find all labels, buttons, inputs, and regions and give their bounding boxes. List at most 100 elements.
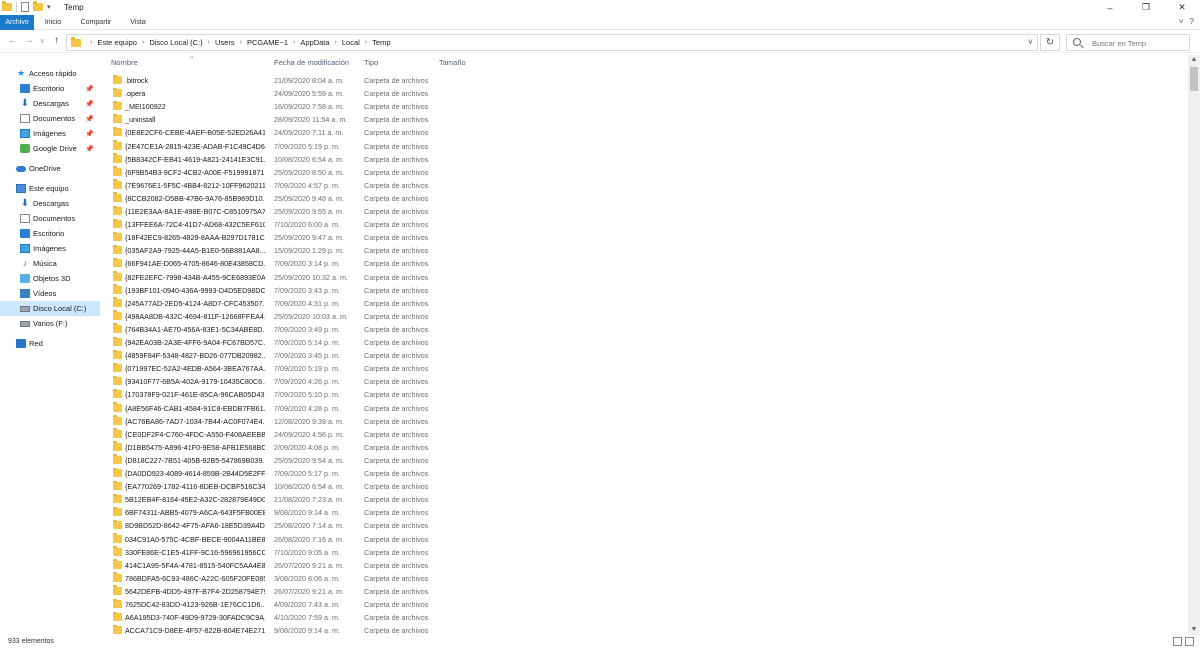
- sidebar-item-onedrive[interactable]: OneDrive: [0, 161, 100, 176]
- minimize-button[interactable]: –: [1092, 0, 1128, 15]
- table-row[interactable]: .opera 24/09/2020 5:59 a. m. Carpeta de ar…: [107, 87, 1187, 100]
- table-row[interactable]: {93410F77-6B5A-402A-9179-10435C80C6... 7/…: [107, 375, 1187, 388]
- sidebar-item-imagenes[interactable]: Imágenes 📌: [0, 126, 100, 141]
- table-row[interactable]: .bitrock 21/09/2020 8:04 a. m. Carpeta de …: [107, 74, 1187, 87]
- sidebar-item-descargas[interactable]: ⬇ Descargas 📌: [0, 96, 100, 111]
- large-icons-view-icon[interactable]: [1185, 637, 1194, 646]
- breadcrumb-users[interactable]: Users: [215, 38, 235, 47]
- sidebar-item-este-equipo[interactable]: Este equipo: [0, 181, 100, 196]
- sidebar-item-disco-local[interactable]: Disco Local (C:): [0, 301, 100, 316]
- table-row[interactable]: {13FFEE6A-72C4-41D7-AD68-432C5EF610... 7/…: [107, 218, 1187, 231]
- column-header-tipo[interactable]: Tipo: [364, 58, 378, 67]
- sidebar-item-documentos-pc[interactable]: Documentos: [0, 211, 100, 226]
- properties-icon[interactable]: [21, 2, 29, 12]
- table-row[interactable]: {498AA8DB-432C-4694-811F-12668FFEA4... 25…: [107, 310, 1187, 323]
- table-row[interactable]: {D1BB5475-A896-41F0-9E58-AFB1E568BC... 2/…: [107, 441, 1187, 454]
- table-row[interactable]: {4859F84F-5348-4827-BD26-077DB20982... 7/…: [107, 349, 1187, 362]
- sidebar-item-acceso-rapido[interactable]: ★ Acceso rápido: [0, 66, 100, 81]
- sidebar-item-objetos-3d[interactable]: Objetos 3D: [0, 271, 100, 286]
- table-row[interactable]: 330FE86E-C1E5-41FF-9C16-596961956CCE 7/10…: [107, 546, 1187, 559]
- table-row[interactable]: {035AF2A9-7925-44A5-B1E0-56B881AA8... 15/…: [107, 244, 1187, 257]
- scroll-down-icon[interactable]: ▼: [1188, 625, 1200, 635]
- scrollbar-thumb[interactable]: [1190, 67, 1198, 91]
- table-row[interactable]: {66F941AE-D065-4705-8646-80E43858CD... 7/…: [107, 257, 1187, 270]
- chevron-right-icon[interactable]: ›: [240, 39, 242, 46]
- tab-archivo[interactable]: Archivo: [0, 15, 34, 30]
- breadcrumb-appdata[interactable]: AppData: [300, 38, 329, 47]
- sidebar-item-imagenes-pc[interactable]: Imágenes: [0, 241, 100, 256]
- sidebar-item-varios[interactable]: Varios (F:): [0, 316, 100, 331]
- customize-toolbar-icon[interactable]: ▾: [47, 3, 51, 11]
- table-row[interactable]: {18F42EC9-8265-4829-8AAA-B297D1781C... 25…: [107, 231, 1187, 244]
- table-row[interactable]: {AC76BA86-7AD7-1034-7B44-AC0F074E4... 12/…: [107, 415, 1187, 428]
- table-row[interactable]: 034C91A0-575C-4CBF-BECE-9004A11BE8... 26/…: [107, 533, 1187, 546]
- close-button[interactable]: ✕: [1164, 0, 1200, 15]
- sidebar-item-descargas-pc[interactable]: ⬇ Descargas: [0, 196, 100, 211]
- sidebar-item-musica[interactable]: ♪ Música: [0, 256, 100, 271]
- chevron-right-icon[interactable]: ›: [335, 39, 337, 46]
- sidebar-item-red[interactable]: Red: [0, 336, 100, 351]
- column-header-tamano[interactable]: Tamaño: [439, 58, 466, 67]
- column-header-nombre[interactable]: Nombre ^: [111, 56, 193, 67]
- table-row[interactable]: {764B34A1-AE70-456A-83E1-5C34ABE8D... 7/0…: [107, 323, 1187, 336]
- help-icon[interactable]: ?: [1190, 17, 1194, 26]
- table-row[interactable]: {5B8342CF-EB41-4619-A821-24141E3C91... 10…: [107, 153, 1187, 166]
- address-dropdown-icon[interactable]: ˅: [1028, 37, 1033, 47]
- table-row[interactable]: {DA0DD923-4089-4614-859B-2B44D5E2FF... 7/…: [107, 467, 1187, 480]
- breadcrumb-pcgame[interactable]: PCGAME~1: [247, 38, 288, 47]
- table-row[interactable]: 6BF74311-ABB5-4079-A6CA-643F5FB00EE6 9/08…: [107, 506, 1187, 519]
- sidebar-item-documentos[interactable]: Documentos 📌: [0, 111, 100, 126]
- table-row[interactable]: 5642DEFB-4DD5-497F-B7F4-2D258794E799 26/0…: [107, 585, 1187, 598]
- sidebar-item-google-drive[interactable]: Google Drive 📌: [0, 141, 100, 156]
- new-folder-icon[interactable]: [33, 1, 43, 11]
- table-row[interactable]: 414C1A95-5F4A-4781-8515-540FC5AA4E80 26/0…: [107, 559, 1187, 572]
- breadcrumb-disco-local[interactable]: Disco Local (C:): [149, 38, 202, 47]
- chevron-right-icon[interactable]: ›: [142, 39, 144, 46]
- back-arrow-icon[interactable]: ←: [8, 35, 18, 46]
- chevron-right-icon[interactable]: ›: [90, 39, 92, 46]
- table-row[interactable]: {82FE2EFC-7998-434B-A455-9CE6893E0A... 25…: [107, 271, 1187, 284]
- refresh-button[interactable]: ↻: [1040, 34, 1060, 51]
- table-row[interactable]: {D818C227-7B51-405B-92B5-547869B039... 25…: [107, 454, 1187, 467]
- table-row[interactable]: {170378F9-021F-461E-85CA-96CAB05D43... 7/…: [107, 388, 1187, 401]
- table-row[interactable]: _MEI100922 16/09/2020 7:58 a. m. Carpeta d…: [107, 100, 1187, 113]
- up-arrow-icon[interactable]: ↑: [54, 35, 59, 46]
- chevron-right-icon[interactable]: ›: [208, 39, 210, 46]
- table-row[interactable]: {A8E56F46-CAB1-4584-91C8-EBDB7FB61... 7/0…: [107, 402, 1187, 415]
- forward-arrow-icon[interactable]: →: [24, 35, 34, 46]
- address-bar[interactable]: › Este equipo › Disco Local (C:) › Users…: [66, 34, 1038, 51]
- scroll-up-icon[interactable]: ▲: [1188, 55, 1200, 65]
- table-row[interactable]: {071997EC-52A2-4EDB-A564-3BEA767AA... 7/0…: [107, 362, 1187, 375]
- table-row[interactable]: {2E47CE1A-2815-423E-ADAB-F1C49C4D6... 7/0…: [107, 140, 1187, 153]
- table-row[interactable]: {942EA03B-2A3E-4FF6-9A04-FC67BD57C... 7/0…: [107, 336, 1187, 349]
- table-row[interactable]: {11E2E3AA-8A1E-498E-B07C-C8510975A7... 25…: [107, 205, 1187, 218]
- expand-ribbon-icon[interactable]: ˅: [1179, 17, 1184, 26]
- vertical-scrollbar[interactable]: ▲ ▼: [1188, 55, 1200, 635]
- table-row[interactable]: {6F9B54B3-9CF2-4CB2-A00E-F519991871... 25…: [107, 166, 1187, 179]
- breadcrumb-este-equipo[interactable]: Este equipo: [97, 38, 137, 47]
- tab-inicio[interactable]: Inicio: [38, 15, 68, 30]
- table-row[interactable]: _uninstall 28/09/2020 11:54 a. m. Carpeta …: [107, 113, 1187, 126]
- breadcrumb-local[interactable]: Local: [342, 38, 360, 47]
- table-row[interactable]: {7E9676E1-5F5C-4BB4-8212-10FF9620211D} 7/…: [107, 179, 1187, 192]
- search-input[interactable]: Buscar en Temp: [1066, 34, 1190, 51]
- maximize-button[interactable]: ❐: [1128, 0, 1164, 15]
- table-row[interactable]: A6A195D3-740F-49D9-9729-30FADC9C9A... 4/1…: [107, 611, 1187, 624]
- table-row[interactable]: {CE0DF2F4-C760-4FDC-A550-F408AEEBB... 24/…: [107, 428, 1187, 441]
- breadcrumb-temp[interactable]: Temp: [372, 38, 390, 47]
- table-row[interactable]: 7625DC42-83DD-4123-926B-1E76CC1D6... 4/09…: [107, 598, 1187, 611]
- table-row[interactable]: {8CCB2082-D5BB-47B6-9A76-85B969D10... 25/…: [107, 192, 1187, 205]
- table-row[interactable]: 786BDFA5-6C93-486C-A22C-605F20FE0851 3/08…: [107, 572, 1187, 585]
- tab-compartir[interactable]: Compartir: [76, 15, 116, 30]
- table-row[interactable]: {0E8E2CF6-CEBE-4AEF-B05E-52ED26A41B... 24…: [107, 126, 1187, 139]
- table-row[interactable]: 5B12EB4F-8164-45E2-A32C-282879E49D0E 21/0…: [107, 493, 1187, 506]
- table-row[interactable]: 8D9BD52D-8642-4F75-AFA6-18E5D39A4D... 25/…: [107, 519, 1187, 532]
- details-view-icon[interactable]: [1173, 637, 1182, 646]
- table-row[interactable]: {193BF101-0940-436A-9993-D4D5ED98DC... 7/…: [107, 284, 1187, 297]
- tab-vista[interactable]: Vista: [124, 15, 152, 30]
- sidebar-item-escritorio-pc[interactable]: Escritorio: [0, 226, 100, 241]
- column-header-fecha[interactable]: Fecha de modificación: [274, 58, 349, 67]
- chevron-right-icon[interactable]: ›: [293, 39, 295, 46]
- chevron-right-icon[interactable]: ›: [365, 39, 367, 46]
- table-row[interactable]: {245A77AD-2ED5-4124-A8D7-CFC453507... 7/0…: [107, 297, 1187, 310]
